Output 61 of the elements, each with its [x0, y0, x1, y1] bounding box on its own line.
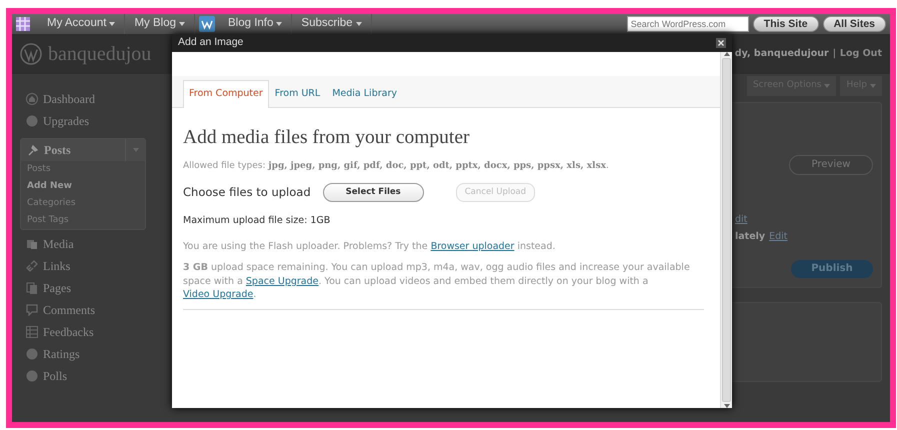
- tab[interactable]: From URL: [268, 80, 326, 108]
- sidebar-item[interactable]: Links: [20, 255, 146, 277]
- caret-icon: [179, 22, 185, 26]
- scrollbar[interactable]: [720, 52, 732, 408]
- submenu-item[interactable]: Add New: [21, 178, 145, 195]
- allowed-types-text: Allowed file types: jpg, jpeg, png, gif, pdf, doc, ppt, odt, pptx, docx, pps, ppsx, xls, xlsx.: [183, 160, 610, 173]
- sidebar-item[interactable]: Upgrades: [20, 110, 146, 132]
- greeting-text: dy, banquedujour: [734, 46, 829, 61]
- submenu-item[interactable]: Post Tags: [21, 212, 145, 229]
- uploader-note: You are using the Flash uploader. Problems? Try the Browser uploader instead.: [183, 240, 556, 254]
- media-icon: [26, 238, 38, 250]
- caret-icon: [356, 22, 362, 26]
- storage-note: 3 GB upload space remaining. You can upload mp3, m4a, wav, ogg audio files and increase your available space with a Space Upgrade. You can upload videos and embed them directly on your blog with a Video Upgrade.: [183, 261, 691, 302]
- logout-link[interactable]: Log Out: [840, 46, 882, 62]
- caret-icon: [276, 22, 282, 26]
- grid-logo-icon: [16, 17, 30, 31]
- sidebar-item[interactable]: Ratings: [20, 343, 146, 365]
- circle-icon: [26, 348, 38, 360]
- sidebar-item[interactable]: Dashboard: [20, 88, 146, 110]
- sidebar-item[interactable]: Media: [20, 233, 146, 255]
- preview-button[interactable]: Preview: [789, 154, 873, 174]
- tab[interactable]: From Computer: [183, 80, 269, 108]
- section-heading: Add media files from your computer: [183, 126, 470, 150]
- publish-button[interactable]: Publish: [791, 260, 873, 278]
- house-icon: [26, 93, 38, 105]
- pushpin-icon: [27, 144, 39, 156]
- separator-text: |: [832, 46, 836, 61]
- sidebar-item[interactable]: Posts: [21, 139, 145, 161]
- text-link[interactable]: Browser uploader: [430, 241, 514, 252]
- wordpress-logo-icon: [199, 16, 215, 32]
- edit-link[interactable]: Edit: [769, 230, 788, 244]
- scroll-down-icon: [724, 404, 730, 408]
- search-scope-button[interactable]: This Site: [752, 16, 819, 32]
- wordpress-logo-icon: [20, 43, 42, 65]
- schedule-text: lately: [735, 230, 766, 244]
- text-link[interactable]: Video Upgrade: [183, 289, 254, 300]
- upload-label: Choose files to upload: [183, 184, 311, 201]
- max-size-text: Maximum upload file size: 1GB: [183, 214, 332, 228]
- chain-link-icon: [26, 260, 38, 272]
- table-icon: [26, 326, 38, 338]
- tab[interactable]: Media Library: [326, 80, 403, 108]
- close-icon[interactable]: [716, 38, 726, 48]
- circle-icon: [26, 115, 38, 127]
- caret-icon: [870, 84, 876, 88]
- edit-link[interactable]: dit: [735, 212, 748, 227]
- sidebar-item[interactable]: Comments: [20, 299, 146, 321]
- circle-icon: [26, 370, 38, 382]
- speech-bubble-icon: [26, 304, 38, 316]
- select-files-button[interactable]: Select Files: [322, 183, 424, 202]
- search-field[interactable]: Search WordPress.com: [626, 16, 749, 32]
- text-link[interactable]: Space Upgrade: [246, 276, 318, 287]
- submenu-item[interactable]: Categories: [21, 195, 145, 212]
- pages-icon: [26, 282, 38, 294]
- caret-icon: [824, 84, 830, 88]
- sidebar-item[interactable]: Pages: [20, 277, 146, 299]
- sidebar-item[interactable]: Feedbacks: [20, 321, 146, 343]
- modal-title: Add an Image: [178, 35, 244, 50]
- submenu-item[interactable]: Posts: [21, 161, 145, 178]
- search-scope-button[interactable]: All Sites: [822, 16, 886, 32]
- sidebar-item[interactable]: Polls: [20, 365, 146, 387]
- caret-icon: [109, 22, 116, 26]
